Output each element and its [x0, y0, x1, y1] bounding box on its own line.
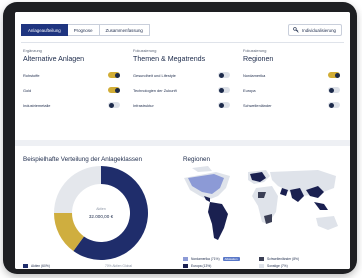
divider	[21, 42, 344, 43]
settings-panel: Anlageaufteilung Prognose Zusammenfassun…	[15, 12, 350, 140]
world-map	[184, 166, 338, 240]
tab-prognose[interactable]: Prognose	[67, 24, 100, 36]
option-label: Technologien der Zukunft	[133, 87, 177, 93]
legend-label: Schwellenländer (8%)	[267, 257, 300, 261]
column-kicker: Fokussierung	[243, 48, 267, 53]
option-row-technologien: Technologien der Zukunft	[133, 85, 233, 95]
legend-label: 70% Aktien Global	[105, 264, 132, 268]
option-row-nordamerika: Nordamerika	[243, 70, 343, 80]
option-label: Industriemetalle	[23, 102, 51, 108]
column-alternative-investments: Ergänzung Alternative Anlagen Rohstoffe …	[23, 48, 123, 115]
toggle-switch[interactable]	[218, 102, 230, 108]
legend-label: Europa (13%)	[191, 264, 212, 268]
tab-bar: Anlageaufteilung Prognose Zusammenfassun…	[21, 24, 150, 36]
toggle-switch[interactable]	[108, 87, 120, 93]
option-label: Nordamerika	[243, 72, 266, 78]
donut-center-amount: 32.000,00 €	[88, 214, 114, 219]
column-title: Regionen	[243, 55, 274, 63]
legend-aktien: Aktien (60%)	[23, 264, 50, 268]
option-label: Schwellenländer	[243, 102, 272, 108]
option-row-infrastruktur: Infrastruktur	[133, 100, 233, 110]
column-themes-megatrends: Fokussierung Themen & Megatrends Gesundh…	[133, 48, 233, 115]
app-screen: Anlageaufteilung Prognose Zusammenfassun…	[15, 12, 350, 269]
allocation-badge: Allokation	[222, 257, 240, 261]
toggle-switch[interactable]	[218, 87, 230, 93]
legend-label: Aktien (60%)	[31, 264, 50, 268]
analytics-panel: Beispielhafte Verteilung der Anlageklass…	[15, 146, 350, 269]
option-row-schwellenlaender: Schwellenländer	[243, 100, 343, 110]
option-row-gesundheit: Gesundheit und Lifestyle	[133, 70, 233, 80]
column-kicker: Fokussierung	[133, 48, 157, 53]
column-title: Alternative Anlagen	[23, 55, 85, 63]
tablet-frame: Anlageaufteilung Prognose Zusammenfassun…	[3, 2, 357, 274]
key-icon	[293, 27, 299, 33]
map-latin-america	[204, 196, 228, 240]
column-regions: Fokussierung Regionen Nordamerika Europa…	[243, 48, 343, 115]
option-label: Rohstoffe	[23, 72, 40, 78]
legend-sonstige: Sonstige (7%)	[259, 264, 288, 268]
allocation-title: Beispielhafte Verteilung der Anlageklass…	[23, 156, 143, 163]
legend-swatch	[23, 264, 28, 268]
legend-swatch	[183, 257, 188, 261]
legend-swatch	[259, 264, 264, 268]
legend-nordamerika: Nordamerika (71%) Allokation	[183, 257, 240, 261]
toggle-switch[interactable]	[108, 72, 120, 78]
column-kicker: Ergänzung	[23, 48, 42, 53]
donut-center: Aktien 32.000,00 €	[52, 164, 150, 262]
option-row-gold: Gold	[23, 85, 123, 95]
option-row-rohstoffe: Rohstoffe	[23, 70, 123, 80]
legend-swatch	[259, 257, 264, 261]
legend-label: Sonstige (7%)	[267, 264, 288, 268]
tab-anlageaufteilung[interactable]: Anlageaufteilung	[21, 24, 68, 36]
customize-button-label: Individualisierung	[302, 27, 336, 33]
toggle-switch[interactable]	[108, 102, 120, 108]
legend-europa: Europa (13%)	[183, 264, 211, 268]
legend-swatch	[183, 264, 188, 268]
customize-button[interactable]: Individualisierung	[288, 24, 342, 36]
toggle-switch[interactable]	[328, 72, 340, 78]
regions-title: Regionen	[183, 156, 210, 163]
option-row-industriemetalle: Industriemetalle	[23, 100, 123, 110]
donut-center-label: Aktien	[96, 207, 106, 211]
toggle-switch[interactable]	[328, 87, 340, 93]
option-label: Gold	[23, 87, 32, 93]
legend-label: Nordamerika (71%)	[191, 257, 220, 261]
option-row-europa: Europa	[243, 85, 343, 95]
option-label: Infrastruktur	[133, 102, 154, 108]
legend-global: 70% Aktien Global	[105, 264, 132, 268]
toggle-switch[interactable]	[218, 72, 230, 78]
option-label: Europa	[243, 87, 256, 93]
legend-schwellenlaender: Schwellenländer (8%)	[259, 257, 299, 261]
tab-zusammenfassung[interactable]: Zusammenfassung	[99, 24, 150, 36]
toggle-switch[interactable]	[328, 102, 340, 108]
column-title: Themen & Megatrends	[133, 55, 206, 63]
option-label: Gesundheit und Lifestyle	[133, 72, 176, 78]
